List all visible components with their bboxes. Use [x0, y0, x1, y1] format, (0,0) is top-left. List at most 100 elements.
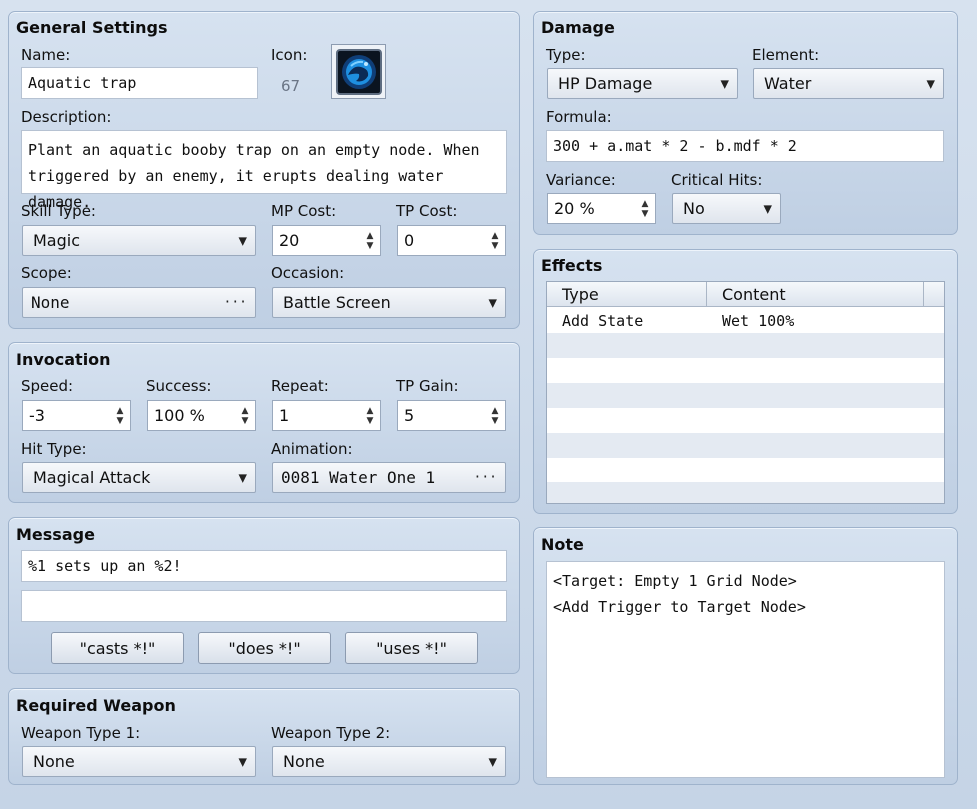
note-title: Note [541, 535, 584, 554]
spin-arrows-icon[interactable]: ▲ ▼ [489, 402, 501, 429]
scope-label: Scope: [21, 264, 72, 282]
tp-gain-label: TP Gain: [396, 377, 459, 395]
animation-label: Animation: [271, 440, 353, 458]
message-title: Message [16, 525, 95, 544]
animation-picker[interactable]: 0081 Water One 1 ··· [272, 462, 506, 493]
required-weapon-title: Required Weapon [16, 696, 176, 715]
speed-label: Speed: [21, 377, 74, 395]
dropdown-arrow-icon: ▼ [238, 471, 247, 484]
spin-arrows-icon[interactable]: ▲ ▼ [364, 402, 376, 429]
effect-type-cell: Add State [562, 312, 644, 330]
success-label: Success: [146, 377, 212, 395]
critical-hits-select[interactable]: No ▼ [672, 193, 781, 224]
weapon-type-2-select[interactable]: None ▼ [272, 746, 506, 777]
table-row[interactable] [547, 433, 944, 458]
hit-type-value: Magical Attack [33, 468, 151, 487]
tp-cost-spinner[interactable]: 0 ▲ ▼ [397, 225, 506, 256]
element-select[interactable]: Water ▼ [753, 68, 944, 99]
repeat-value: 1 [279, 406, 290, 425]
critical-hits-label: Critical Hits: [671, 171, 763, 189]
effects-title: Effects [541, 256, 603, 275]
hit-type-label: Hit Type: [21, 440, 87, 458]
icon-picker[interactable] [331, 44, 386, 99]
repeat-spinner[interactable]: 1 ▲ ▼ [272, 400, 381, 431]
ellipsis-icon: ··· [473, 469, 497, 485]
damage-type-label: Type: [546, 46, 586, 64]
spin-arrows-icon[interactable]: ▲ ▼ [639, 195, 651, 222]
repeat-label: Repeat: [271, 377, 329, 395]
spin-arrows-icon[interactable]: ▲ ▼ [114, 402, 126, 429]
weapon-type-1-label: Weapon Type 1: [21, 724, 141, 742]
effect-content-cell: Wet 100% [722, 312, 795, 330]
icon-index: 67 [281, 77, 301, 95]
name-label: Name: [21, 46, 71, 64]
speed-value: -3 [29, 406, 45, 425]
note-textarea[interactable]: <Target: Empty 1 Grid Node> <Add Trigger… [546, 561, 945, 778]
variance-spinner[interactable]: 20 % ▲ ▼ [547, 193, 656, 224]
uses-button[interactable]: "uses *!" [345, 632, 478, 664]
speed-spinner[interactable]: -3 ▲ ▼ [22, 400, 131, 431]
mp-cost-spinner[interactable]: 20 ▲ ▼ [272, 225, 381, 256]
does-button[interactable]: "does *!" [198, 632, 331, 664]
skill-editor-panel: General Settings Name: Aquatic trap Icon… [0, 0, 977, 809]
message-line-1-input[interactable]: %1 sets up an %2! [21, 550, 507, 582]
element-label: Element: [752, 46, 820, 64]
dropdown-arrow-icon: ▼ [763, 202, 772, 215]
mp-cost-label: MP Cost: [271, 202, 337, 220]
general-settings-title: General Settings [16, 18, 168, 37]
description-label: Description: [21, 108, 112, 126]
dropdown-arrow-icon: ▼ [238, 755, 247, 768]
table-row[interactable] [547, 458, 944, 483]
success-value: 100 % [154, 406, 205, 425]
animation-value: 0081 Water One 1 [281, 468, 436, 487]
success-spinner[interactable]: 100 % ▲ ▼ [147, 400, 256, 431]
hit-type-select[interactable]: Magical Attack ▼ [22, 462, 256, 493]
column-header-type[interactable]: Type [547, 282, 707, 306]
tp-gain-spinner[interactable]: 5 ▲ ▼ [397, 400, 506, 431]
column-header-content[interactable]: Content [707, 282, 924, 306]
occasion-select[interactable]: Battle Screen ▼ [272, 287, 506, 318]
water-trap-icon [335, 48, 382, 95]
dropdown-arrow-icon: ▼ [488, 296, 497, 309]
damage-type-value: HP Damage [558, 74, 653, 93]
table-row[interactable] [547, 408, 944, 433]
description-line-1: Plant an aquatic booby trap on an empty … [28, 141, 480, 159]
table-row[interactable] [547, 358, 944, 383]
damage-type-select[interactable]: HP Damage ▼ [547, 68, 738, 99]
casts-button[interactable]: "casts *!" [51, 632, 184, 664]
weapon-type-1-select[interactable]: None ▼ [22, 746, 256, 777]
occasion-value: Battle Screen [283, 293, 391, 312]
variance-value: 20 % [554, 199, 595, 218]
name-input[interactable]: Aquatic trap [21, 67, 258, 99]
skill-type-select[interactable]: Magic ▼ [22, 225, 256, 256]
table-row[interactable] [547, 383, 944, 408]
dropdown-arrow-icon: ▼ [488, 755, 497, 768]
tp-cost-value: 0 [404, 231, 415, 250]
icon-label: Icon: [271, 46, 308, 64]
invocation-title: Invocation [16, 350, 111, 369]
formula-input[interactable]: 300 + a.mat * 2 - b.mdf * 2 [546, 130, 944, 162]
formula-label: Formula: [546, 108, 612, 126]
table-row[interactable] [547, 482, 944, 503]
ellipsis-icon: ··· [223, 294, 247, 310]
weapon-type-2-label: Weapon Type 2: [271, 724, 391, 742]
scope-value: None [31, 293, 70, 312]
skill-type-label: Skill Type: [21, 202, 96, 220]
note-line-2: <Add Trigger to Target Node> [553, 598, 806, 616]
effects-list[interactable]: Type Content Add State Wet 100% [546, 281, 945, 504]
message-line-2-input[interactable] [21, 590, 507, 622]
tp-cost-label: TP Cost: [396, 202, 458, 220]
table-row[interactable]: Add State Wet 100% [547, 308, 944, 333]
tp-gain-value: 5 [404, 406, 415, 425]
critical-hits-value: No [683, 199, 705, 218]
scope-picker[interactable]: None ··· [22, 287, 256, 318]
element-value: Water [764, 74, 812, 93]
variance-label: Variance: [546, 171, 616, 189]
spin-arrows-icon[interactable]: ▲ ▼ [364, 227, 376, 254]
table-row[interactable] [547, 333, 944, 358]
skill-type-value: Magic [33, 231, 81, 250]
spin-arrows-icon[interactable]: ▲ ▼ [239, 402, 251, 429]
spin-arrows-icon[interactable]: ▲ ▼ [489, 227, 501, 254]
dropdown-arrow-icon: ▼ [926, 77, 935, 90]
description-textarea[interactable]: Plant an aquatic booby trap on an empty … [21, 130, 507, 211]
